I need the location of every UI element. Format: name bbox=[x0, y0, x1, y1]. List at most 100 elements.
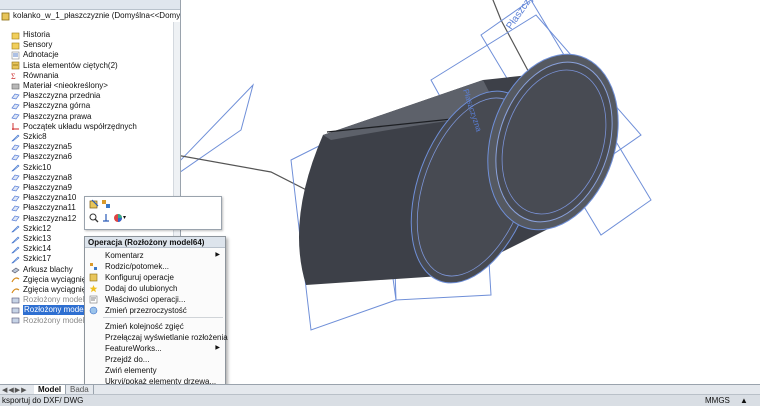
tree-item[interactable]: Materiał <nieokreślony> bbox=[4, 81, 108, 91]
context-menu-item[interactable]: FeatureWorks... ▶ bbox=[85, 343, 225, 354]
plane-left-outline[interactable] bbox=[181, 83, 254, 175]
expand-toggle-icon[interactable] bbox=[4, 246, 10, 252]
expand-toggle-icon[interactable] bbox=[4, 256, 10, 262]
expand-toggle-icon[interactable] bbox=[4, 236, 10, 242]
context-menu-item[interactable]: Przejdź do... bbox=[85, 354, 225, 365]
expand-toggle-icon[interactable] bbox=[4, 114, 10, 120]
tree-item[interactable]: Rozłożony model6 bbox=[4, 316, 89, 326]
tree-item[interactable]: Lista elementów ciętych(2) bbox=[4, 61, 118, 71]
tab-nav-arrows-icon[interactable]: ◀◀▶▶ bbox=[2, 386, 28, 394]
expand-toggle-icon[interactable] bbox=[4, 318, 10, 324]
tree-item[interactable]: Szkic10 bbox=[4, 163, 51, 173]
units-arrow-icon[interactable]: ▲ bbox=[740, 395, 748, 406]
context-menu-item-label: Rodzic/potomek... bbox=[105, 261, 170, 271]
submenu-arrow-icon: ▶ bbox=[215, 345, 220, 351]
tree-item[interactable]: Szkic13 bbox=[4, 234, 51, 244]
tree-item-label: Płaszczyzna10 bbox=[23, 193, 77, 203]
context-menu-item-label: Zmień kolejność zgięć bbox=[105, 322, 184, 331]
expand-toggle-icon[interactable] bbox=[4, 103, 10, 109]
tree-item-label: Równania bbox=[23, 70, 59, 80]
expand-toggle-icon[interactable] bbox=[4, 32, 10, 38]
tree-toolbar bbox=[0, 0, 180, 10]
plane-label-main[interactable]: Płaszczyzna5 bbox=[504, 0, 548, 32]
tree-item[interactable]: Początek układu współrzędnych bbox=[4, 122, 137, 132]
tree-item[interactable]: Płaszczyzna5 bbox=[4, 142, 72, 152]
tree-item[interactable]: Płaszczyzna górna bbox=[4, 101, 90, 111]
expand-toggle-icon[interactable] bbox=[4, 42, 10, 48]
expand-toggle-icon[interactable] bbox=[4, 83, 10, 89]
expand-toggle-icon[interactable] bbox=[4, 216, 10, 222]
context-menu-item[interactable]: Dodaj do ulubionych bbox=[85, 283, 225, 294]
expand-toggle-icon[interactable] bbox=[4, 185, 10, 191]
tree-item[interactable]: Szkic8 bbox=[4, 132, 47, 142]
tree-item[interactable]: Adnotacje bbox=[4, 50, 59, 60]
menu-separator bbox=[103, 317, 223, 318]
tree-item[interactable]: Płaszczyzna8 bbox=[4, 173, 72, 183]
context-menu-item[interactable]: Przełączaj wyświetlanie rozłożenia bbox=[85, 332, 228, 343]
appearance-dropdown-icon[interactable]: ▾ bbox=[123, 214, 133, 224]
tree-item[interactable]: Arkusz blachy bbox=[4, 265, 73, 275]
expand-toggle-icon[interactable] bbox=[4, 134, 10, 140]
tree-item[interactable]: Płaszczyzna6 bbox=[4, 152, 72, 162]
tree-item[interactable]: Historia bbox=[4, 30, 50, 40]
context-menu-item[interactable]: Właściwości operacji... bbox=[85, 294, 225, 305]
expand-toggle-icon[interactable] bbox=[4, 226, 10, 232]
plane-icon bbox=[11, 214, 20, 223]
expand-toggle-icon[interactable] bbox=[4, 267, 10, 273]
expand-toggle-icon[interactable] bbox=[4, 307, 10, 313]
expand-toggle-icon[interactable] bbox=[4, 165, 10, 171]
expand-toggle-icon[interactable] bbox=[4, 154, 10, 160]
context-menu-item[interactable]: Komentarz ▶ bbox=[85, 250, 225, 261]
expand-toggle-icon[interactable] bbox=[4, 175, 10, 181]
context-menu-item[interactable]: Zwiń elementy bbox=[85, 365, 225, 376]
tree-item[interactable]: Płaszczyzna9 bbox=[4, 183, 72, 193]
tree-item[interactable]: Płaszczyzna10 bbox=[4, 193, 76, 203]
tree-item-label: Szkic12 bbox=[23, 223, 52, 233]
annotation-icon bbox=[11, 51, 20, 60]
context-menu-item[interactable]: Zmień kolejność zgięć bbox=[85, 321, 225, 332]
normal-to-icon[interactable] bbox=[101, 213, 111, 223]
context-menu-item[interactable]: Rodzic/potomek... bbox=[85, 261, 225, 272]
expand-toggle-icon[interactable] bbox=[4, 144, 10, 150]
appearance-icon[interactable] bbox=[113, 213, 123, 223]
zoom-to-selection-icon[interactable] bbox=[89, 213, 99, 223]
expand-toggle-icon[interactable] bbox=[4, 297, 10, 303]
tree-item[interactable]: Szkic17 bbox=[4, 254, 51, 264]
tree-root-item[interactable]: kolanko_w_1_płaszczyznie (Domyślna<<Domy… bbox=[1, 11, 180, 21]
tree-item-label: Szkic10 bbox=[23, 162, 52, 172]
expand-toggle-icon[interactable] bbox=[4, 63, 10, 69]
expand-toggle-icon[interactable] bbox=[4, 52, 10, 58]
sketch-line-top[interactable] bbox=[491, 0, 502, 21]
tree-item[interactable]: Rozłożony model6 bbox=[4, 305, 91, 316]
tree-item[interactable]: Płaszczyzna12 bbox=[4, 214, 76, 224]
parent-child-tool-icon[interactable] bbox=[101, 199, 111, 209]
expand-toggle-icon[interactable] bbox=[4, 277, 10, 283]
units-indicator[interactable]: MMGS bbox=[705, 395, 730, 406]
context-menu-item[interactable]: Zmień przezroczystość bbox=[85, 305, 225, 316]
expand-toggle-icon[interactable] bbox=[4, 205, 10, 211]
tree-item[interactable]: Płaszczyzna11 bbox=[4, 203, 76, 213]
context-menu-item[interactable]: Konfiguruj operacje bbox=[85, 272, 225, 283]
expand-toggle-icon[interactable] bbox=[4, 124, 10, 130]
tree-item[interactable]: Sensory bbox=[4, 40, 52, 50]
edit-feature-icon[interactable] bbox=[89, 199, 99, 209]
expand-toggle-icon[interactable] bbox=[4, 287, 10, 293]
expand-toggle-icon[interactable] bbox=[4, 195, 10, 201]
tree-item[interactable]: Płaszczyzna przednia bbox=[4, 91, 100, 101]
submenu-arrow-icon: ▶ bbox=[215, 251, 220, 258]
tree-item[interactable]: Szkic12 bbox=[4, 224, 51, 234]
graphics-viewport[interactable]: Płaszczyzna5 Płaszczyzna bbox=[181, 0, 760, 384]
plane-icon bbox=[11, 204, 20, 213]
tree-item[interactable]: Szkic14 bbox=[4, 244, 51, 254]
expand-toggle-icon[interactable] bbox=[4, 73, 10, 79]
tree-item[interactable]: Σ Równania bbox=[4, 71, 59, 81]
tree-item-label: Płaszczyzna górna bbox=[23, 101, 91, 111]
context-menu-item-label: Zmień przezroczystość bbox=[105, 305, 187, 315]
tree-item-label: Szkic17 bbox=[23, 254, 52, 264]
expand-toggle-icon[interactable] bbox=[4, 93, 10, 99]
model-canvas[interactable]: Płaszczyzna5 Płaszczyzna bbox=[181, 0, 760, 384]
plane-icon bbox=[11, 184, 20, 193]
tree-item[interactable]: Płaszczyzna prawa bbox=[4, 112, 91, 122]
tree-item-label: Płaszczyzna5 bbox=[23, 142, 72, 152]
tree-item[interactable]: Rozłożony model bbox=[4, 295, 84, 305]
